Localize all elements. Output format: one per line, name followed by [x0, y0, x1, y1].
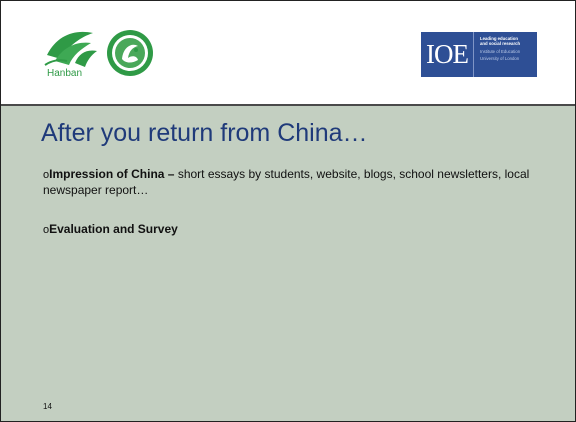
ioe-institution-2: University of London [480, 56, 520, 62]
ioe-logo-mark: IOE [421, 32, 474, 77]
ioe-logo-text: Leading education and social research In… [474, 32, 537, 77]
slide-number: 14 [43, 402, 52, 411]
hanban-logo: Hanban [44, 31, 97, 79]
slide: Hanban IOE Leading education and social … [0, 0, 576, 422]
bullet-impression-of-china: oImpression of China – short essays by s… [43, 167, 548, 198]
slide-content: oImpression of China – short essays by s… [43, 167, 548, 238]
hanban-seal-logo [107, 30, 153, 76]
slide-header: Hanban IOE Leading education and social … [1, 1, 575, 106]
ioe-logo: IOE Leading education and social researc… [421, 32, 537, 77]
bullet-evaluation-and-survey: oEvaluation and Survey [43, 222, 548, 238]
ioe-institution-1: Institute of Education [480, 48, 521, 54]
bullet-heading: Impression of China – [49, 167, 175, 181]
slide-title: After you return from China… [41, 119, 368, 147]
ioe-tagline-2: and social research [480, 41, 521, 47]
bullet-heading: Evaluation and Survey [49, 222, 178, 236]
hanban-logo-text: Hanban [47, 68, 82, 79]
